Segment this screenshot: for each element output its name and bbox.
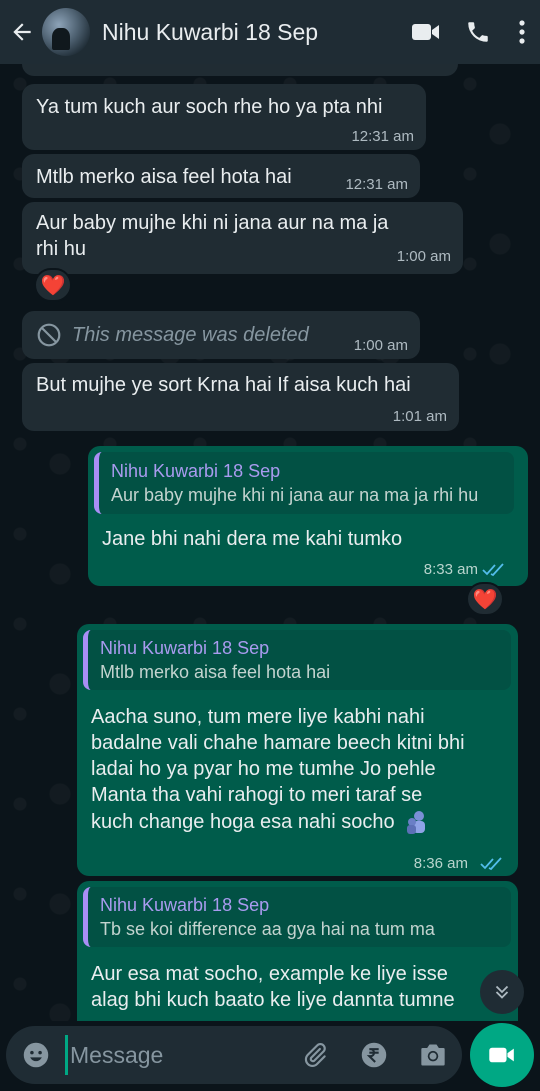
video-call-button[interactable] <box>400 0 452 64</box>
chevron-down-icon <box>495 985 509 999</box>
attach-button[interactable] <box>285 1026 344 1084</box>
reaction-badge[interactable]: ❤️ <box>34 268 72 302</box>
hug-emoji-icon <box>406 811 425 834</box>
quote-text: Aur baby mujhe khi ni jana aur na ma ja … <box>111 485 479 505</box>
message-text-line: kuch change hoga esa nahi socho <box>91 811 395 833</box>
payment-button[interactable] <box>344 1026 403 1084</box>
message-bubble-incoming[interactable]: Ya tum kuch aur soch rhe ho ya pta nhi 1… <box>22 84 426 150</box>
voice-call-button[interactable] <box>452 0 504 64</box>
message-bubble-incoming[interactable]: Mtlb merko aisa feel hota hai 12:31 am <box>22 154 420 198</box>
message-bubble-outgoing[interactable]: Nihu Kuwarbi 18 Sep Aur baby mujhe khi n… <box>88 446 528 586</box>
message-text-line: alag bhi kuch baato ke liye dannta tumne <box>91 989 455 1011</box>
quote-sender: Nihu Kuwarbi 18 Sep <box>100 895 270 915</box>
chat-area[interactable]: Ya tum kuch aur soch rhe ho ya pta nhi 1… <box>0 64 540 1021</box>
video-record-icon <box>489 1047 514 1063</box>
message-bubble-partial[interactable] <box>22 64 458 76</box>
message-time: 1:00 am <box>396 248 451 265</box>
message-bubble-deleted[interactable]: This message was deleted 1:00 am <box>22 311 420 359</box>
phone-icon <box>468 22 488 42</box>
message-time: 12:31 am <box>345 176 408 193</box>
quote-text: Tb se koi difference aa gya hai na tum m… <box>100 919 435 939</box>
message-text-line: Manta tha vahi rahogi to meri taraf se <box>91 784 423 806</box>
deleted-text: This message was deleted <box>72 324 309 346</box>
double-check-icon <box>480 857 502 871</box>
video-call-icon <box>412 24 439 40</box>
message-text-last-line: kuch change hoga esa nahi socho <box>91 808 465 836</box>
message-bubble-incoming[interactable]: Aur baby mujhe khi ni jana aur na ma ja … <box>22 202 463 274</box>
contact-name[interactable]: Nihu Kuwarbi 18 Sep <box>102 19 400 46</box>
message-text-line: badalne vali chahe hamare beech kitni bh… <box>91 732 465 754</box>
message-text-line: rhi hu <box>36 238 87 260</box>
heart-reaction: ❤️ <box>40 274 66 297</box>
message-text-line: ladai ho ya pyar ho me tumhe Jo pehle <box>91 758 436 780</box>
message-time: 8:33 am <box>423 561 478 578</box>
deleted-message: This message was deleted <box>36 311 406 348</box>
more-options-button[interactable] <box>504 0 540 64</box>
camera-button[interactable] <box>403 1026 462 1084</box>
double-check-icon <box>482 563 504 577</box>
message-time: 1:01 am <box>392 408 447 425</box>
message-bubble-outgoing[interactable]: Nihu Kuwarbi 18 Sep Tb se koi difference… <box>77 881 518 1021</box>
message-bubble-outgoing[interactable]: Nihu Kuwarbi 18 Sep Mtlb merko aisa feel… <box>77 624 518 876</box>
reaction-badge[interactable]: ❤️ <box>466 582 504 616</box>
emoji-button[interactable] <box>6 1026 65 1084</box>
message-time: 1:00 am <box>353 337 408 354</box>
blocked-icon <box>37 323 61 347</box>
message-time: 12:31 am <box>351 128 414 145</box>
message-body: Aacha suno, tum mere liye kabhi nahi bad… <box>91 704 465 836</box>
emoji-icon <box>23 1042 48 1068</box>
heart-reaction: ❤️ <box>472 588 498 611</box>
message-text-line: Aur baby mujhe khi ni jana aur na ma ja <box>36 212 389 234</box>
avatar[interactable] <box>42 8 90 56</box>
more-options-icon <box>519 20 525 44</box>
quoted-message[interactable]: Nihu Kuwarbi 18 Sep Aur baby mujhe khi n… <box>94 452 514 514</box>
message-bubble-incoming[interactable]: But mujhe ye sort Krna hai If aisa kuch … <box>22 363 459 431</box>
chat-header: Nihu Kuwarbi 18 Sep <box>0 0 540 64</box>
message-text-line: Aacha suno, tum mere liye kabhi nahi <box>91 706 425 728</box>
quote-sender: Nihu Kuwarbi 18 Sep <box>111 461 281 481</box>
quoted-message[interactable]: Nihu Kuwarbi 18 Sep Tb se koi difference… <box>83 887 511 947</box>
quote-sender: Nihu Kuwarbi 18 Sep <box>100 638 270 658</box>
scroll-to-bottom-button[interactable] <box>480 970 524 1014</box>
message-text: But mujhe ye sort Krna hai If aisa kuch … <box>36 374 411 396</box>
message-input[interactable] <box>65 1035 265 1075</box>
message-composer <box>6 1026 462 1084</box>
camera-icon <box>420 1044 445 1066</box>
video-message-button[interactable] <box>470 1023 534 1087</box>
message-text-line: Aur esa mat socho, example ke liye isse <box>91 963 448 985</box>
quoted-message[interactable]: Nihu Kuwarbi 18 Sep Mtlb merko aisa feel… <box>83 630 511 690</box>
message-text: Jane bhi nahi dera me kahi tumko <box>102 528 403 550</box>
attach-icon <box>304 1043 326 1067</box>
back-button[interactable] <box>2 0 42 64</box>
message-time: 8:36 am <box>413 855 468 872</box>
back-arrow-icon <box>13 23 31 41</box>
message-text: Ya tum kuch aur soch rhe ho ya pta nhi <box>36 96 383 118</box>
message-body: Aur esa mat socho, example ke liye isse … <box>91 961 455 1013</box>
quote-text: Mtlb merko aisa feel hota hai <box>100 662 331 682</box>
rupee-payment-icon <box>361 1042 386 1068</box>
